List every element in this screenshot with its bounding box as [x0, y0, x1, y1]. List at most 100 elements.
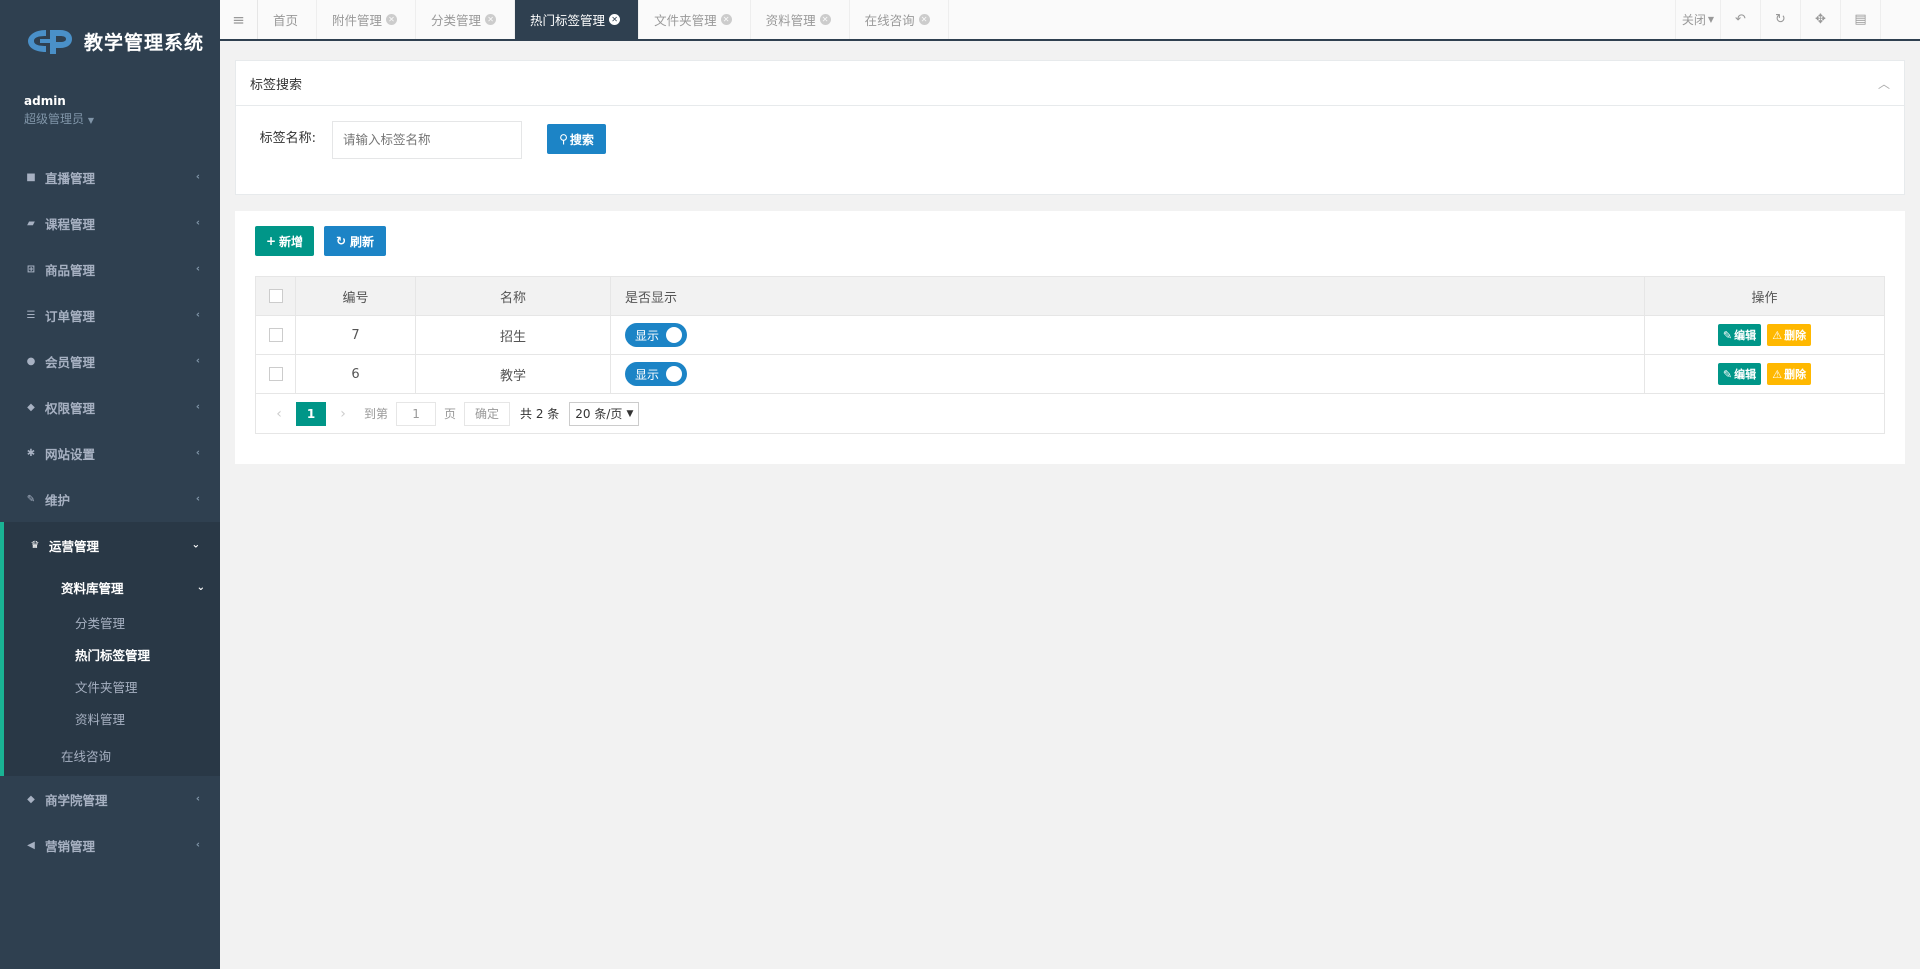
book-icon: ▰: [27, 217, 35, 229]
search-form: 标签名称: ⚲搜索: [236, 106, 1904, 194]
tab-hot-tags[interactable]: 热门标签管理 ✕: [515, 0, 640, 39]
close-icon[interactable]: ✕: [819, 14, 831, 25]
search-icon: ⚲: [559, 132, 568, 146]
tab-folder[interactable]: 文件夹管理 ✕: [639, 0, 751, 39]
sidebar-item-order[interactable]: ☰ 订单管理 ‹: [0, 292, 220, 338]
prev-page-icon[interactable]: ‹: [268, 406, 290, 422]
search-button[interactable]: ⚲ 搜索: [547, 124, 606, 154]
close-icon[interactable]: ✕: [720, 14, 732, 25]
warning-icon: ⚠: [1772, 328, 1783, 342]
tab-consult[interactable]: 在线咨询 ✕: [850, 0, 949, 39]
refresh-button[interactable]: ↻ 刷新: [324, 226, 386, 256]
close-icon[interactable]: ✕: [386, 14, 398, 25]
sidebar-subitem-consult[interactable]: 在线咨询: [4, 734, 220, 776]
chevron-down-icon: ⌄: [196, 581, 205, 593]
add-button-label: 新增: [279, 234, 304, 249]
page-size-select[interactable]: 20 条/页 ▼: [569, 401, 640, 426]
close-icon[interactable]: ✕: [918, 14, 930, 25]
subgroup-label: 资料库管理: [61, 580, 124, 596]
sidebar-item-label: 网站设置: [45, 446, 96, 462]
user-name: admin: [24, 94, 66, 108]
sidebar-item-goods[interactable]: ⊞ 商品管理 ‹: [0, 246, 220, 292]
sidebar-item-settings[interactable]: ✱ 网站设置 ‹: [0, 430, 220, 476]
select-all-cell: [255, 276, 296, 316]
tab-label: 首页: [273, 13, 299, 28]
tab-material[interactable]: 资料管理 ✕: [751, 0, 850, 39]
sidebar-item-course[interactable]: ▰ 课程管理 ‹: [0, 200, 220, 246]
add-button[interactable]: + 新增: [255, 226, 314, 256]
tab-category[interactable]: 分类管理 ✕: [416, 0, 516, 39]
chevron-left-icon: ‹: [195, 839, 200, 851]
show-toggle[interactable]: 显示: [625, 323, 687, 347]
total-count: 共 2 条: [520, 407, 560, 421]
megaphone-icon: ◀: [27, 839, 35, 851]
current-page[interactable]: 1: [296, 401, 326, 426]
close-tabs-dropdown[interactable]: 关闭 ▼: [1675, 0, 1720, 39]
sidebar-subgroup-library[interactable]: 资料库管理 ⌄: [4, 568, 220, 606]
table-row: 6 教学 显示 ✎ 编辑 ⚠ 删除: [255, 354, 1885, 394]
sidebar-subitem-material[interactable]: 资料管理: [4, 702, 220, 734]
goto-suffix: 页: [444, 407, 457, 421]
tab-attachment[interactable]: 附件管理 ✕: [317, 0, 417, 39]
fullscreen-icon[interactable]: ✥: [1800, 0, 1840, 39]
pencil-icon: ✎: [1722, 328, 1733, 342]
sidebar-item-live[interactable]: ■ 直播管理 ‹: [0, 154, 220, 200]
edit-label: 编辑: [1734, 329, 1757, 342]
delete-button[interactable]: ⚠ 删除: [1767, 324, 1812, 346]
sidebar-item-label: 运营管理: [49, 538, 100, 554]
close-icon[interactable]: ✕: [609, 14, 621, 25]
search-panel: 标签搜索 ︿ 标签名称: ⚲搜索: [235, 60, 1905, 195]
goto-page-input[interactable]: 1: [396, 401, 437, 426]
row-checkbox[interactable]: [268, 367, 283, 381]
sidebar-item-marketing[interactable]: ◀ 营销管理 ‹: [0, 822, 220, 868]
sidebar-item-label: 课程管理: [45, 216, 96, 232]
tags-table: 编号 名称 是否显示 操作 7 招生 显示 ✎ 编辑 ⚠ 删除 6 教学 显示 …: [255, 276, 1885, 394]
top-tab-bar: ≡ 首页 附件管理 ✕ 分类管理 ✕ 热门标签管理 ✕ 文件夹管理 ✕ 资料管理 ✕ 在线…: [220, 0, 1920, 41]
cart-icon: ⊞: [26, 263, 36, 275]
sidebar-subitem-hot-tags[interactable]: 热门标签管理: [4, 638, 220, 670]
table-row: 7 招生 显示 ✎ 编辑 ⚠ 删除: [255, 315, 1885, 355]
logo[interactable]: 教学管理系统: [0, 0, 220, 82]
cell-name: 招生: [415, 315, 611, 355]
row-checkbox[interactable]: [268, 328, 283, 342]
goto-confirm-button[interactable]: 确定: [464, 401, 511, 426]
trophy-icon: ♛: [30, 539, 40, 551]
edit-button[interactable]: ✎ 编辑: [1717, 324, 1762, 346]
close-icon[interactable]: ✕: [485, 14, 497, 25]
sidebar-item-maintain[interactable]: ✎ 维护 ‹: [0, 476, 220, 522]
sidebar-subitem-folder[interactable]: 文件夹管理: [4, 670, 220, 702]
tag-name-input[interactable]: [332, 121, 522, 159]
user-icon: ●: [26, 355, 36, 367]
menu-toggle-icon[interactable]: ≡: [220, 0, 258, 39]
app-title: 教学管理系统: [84, 31, 205, 54]
next-page-icon[interactable]: ›: [332, 406, 354, 422]
goto-prefix: 到第: [364, 407, 389, 421]
tab-label: 分类管理: [431, 13, 482, 28]
user-profile[interactable]: admin 超级管理员 ▼: [0, 82, 220, 135]
sidebar-item-member[interactable]: ● 会员管理 ‹: [0, 338, 220, 384]
chevron-left-icon: ‹: [195, 309, 200, 321]
plus-icon: +: [265, 234, 277, 248]
sidebar-item-label: 营销管理: [45, 838, 96, 854]
cell-show: 显示: [610, 354, 1645, 394]
refresh-icon[interactable]: ↻: [1760, 0, 1800, 39]
show-toggle[interactable]: 显示: [625, 362, 687, 386]
back-icon[interactable]: ↶: [1720, 0, 1760, 39]
tab-label: 附件管理: [332, 13, 383, 28]
user-role-label: 超级管理员: [24, 112, 85, 126]
sidebar-item-business-school[interactable]: ◆ 商学院管理 ‹: [0, 776, 220, 822]
user-role-dropdown[interactable]: 超级管理员 ▼: [24, 110, 220, 127]
edit-button[interactable]: ✎ 编辑: [1717, 363, 1762, 385]
sidebar-item-permission[interactable]: ◆ 权限管理 ‹: [0, 384, 220, 430]
tab-home[interactable]: 首页: [258, 0, 318, 39]
delete-button[interactable]: ⚠ 删除: [1767, 363, 1812, 385]
sidebar-item-operations[interactable]: ♛ 运营管理 ⌄: [4, 522, 220, 568]
sidebar-subitem-category[interactable]: 分类管理: [4, 606, 220, 638]
chevron-up-icon[interactable]: ︿: [1878, 75, 1890, 92]
settings-panel-icon[interactable]: ▤: [1840, 0, 1880, 39]
refresh-icon: ↻: [335, 234, 347, 248]
chevron-left-icon: ‹: [195, 401, 200, 413]
select-all-checkbox[interactable]: [268, 289, 283, 303]
sidebar-item-label: 商学院管理: [45, 792, 108, 808]
col-show: 是否显示: [610, 276, 1645, 316]
